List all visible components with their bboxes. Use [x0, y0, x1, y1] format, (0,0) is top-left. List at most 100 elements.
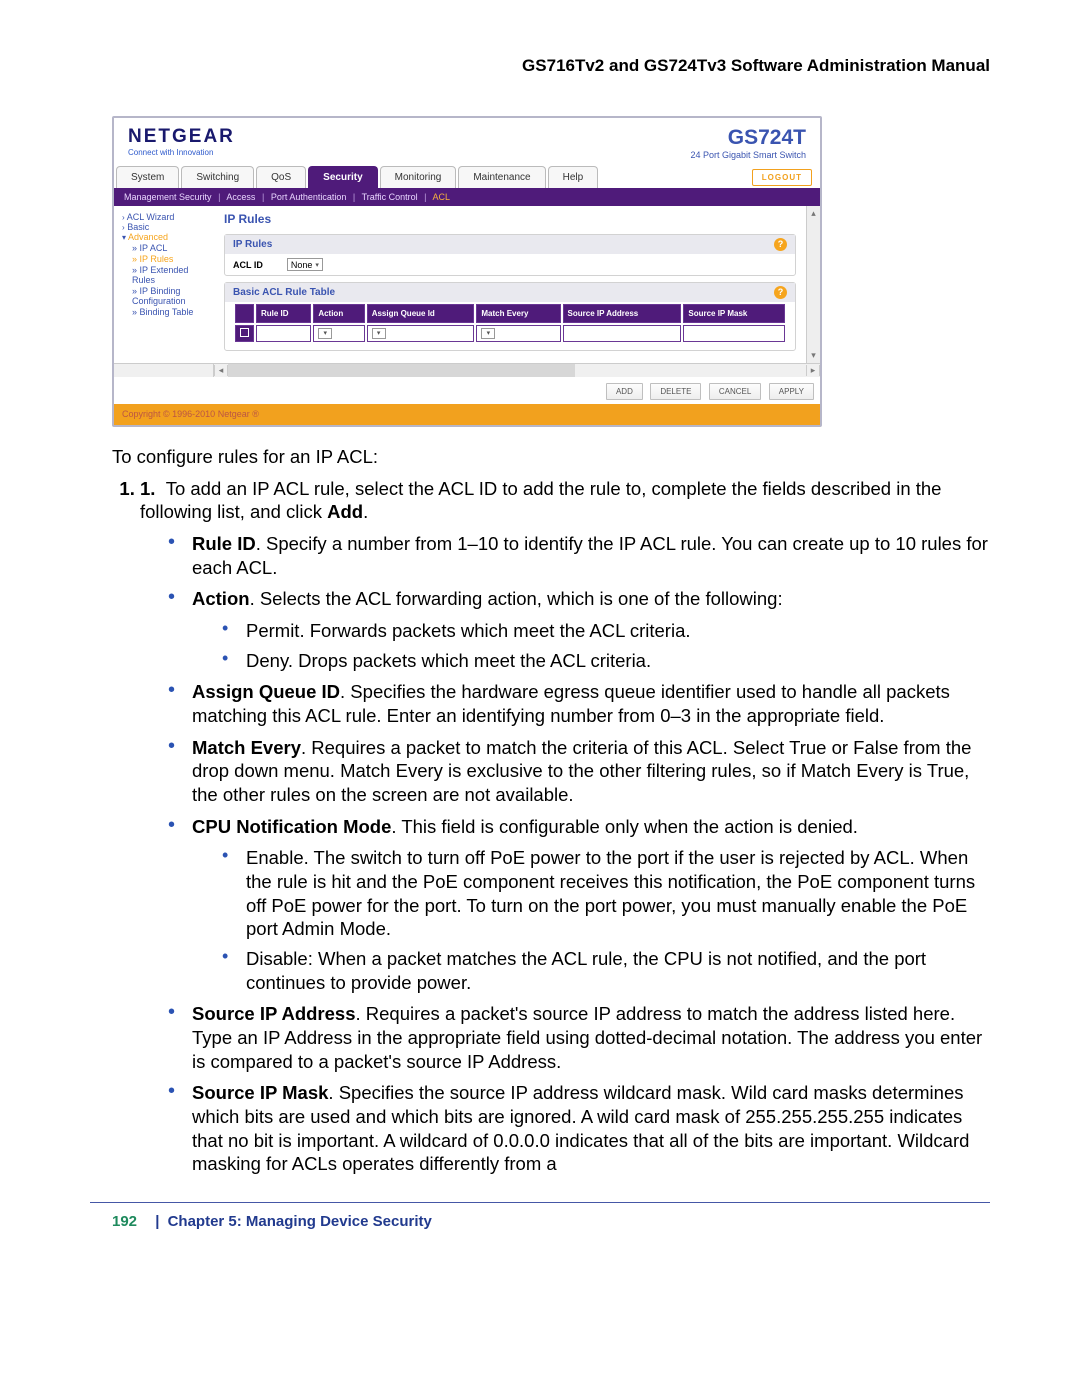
list-item: Deny. Drops packets which meet the ACL c…: [218, 649, 990, 673]
select-value: None: [291, 260, 313, 270]
screenshot-container: NETGEAR Connect with Innovation GS724T 2…: [112, 116, 822, 427]
col-source-mask: Source IP Mask: [683, 304, 785, 323]
sub-list: Permit. Forwards packets which meet the …: [218, 619, 990, 672]
col-match-every: Match Every: [476, 304, 560, 323]
col-action: Action: [313, 304, 364, 323]
brand-block: NETGEAR Connect with Innovation: [128, 126, 235, 157]
copyright-text: Copyright © 1996-2010 Netgear ®: [114, 404, 820, 425]
vertical-scrollbar[interactable]: ▴ ▾: [806, 206, 820, 363]
separator-icon: |: [155, 1213, 159, 1230]
footer-rule: [90, 1202, 990, 1203]
nav-subitem[interactable]: » Binding Table: [122, 307, 212, 317]
acl-id-label: ACL ID: [233, 260, 263, 270]
tab-security[interactable]: Security: [308, 166, 377, 188]
table-header-row: Rule ID Action Assign Queue Id Match Eve…: [235, 304, 785, 323]
tab-system[interactable]: System: [116, 166, 179, 188]
nav-subitem[interactable]: » IP Extended Rules: [122, 265, 212, 285]
ip-rules-box: IP Rules ? ACL ID None ▾: [224, 234, 796, 276]
add-button[interactable]: ADD: [606, 383, 643, 400]
col-source-ip: Source IP Address: [563, 304, 682, 323]
document-page: GS716Tv2 and GS724Tv3 Software Administr…: [0, 0, 1080, 1397]
box-header: Basic ACL Rule Table ?: [225, 283, 795, 302]
spacer: [114, 364, 214, 377]
product-sub: 24 Port Gigabit Smart Switch: [690, 150, 806, 160]
brand-tagline: Connect with Innovation: [128, 148, 235, 157]
chevron-down-icon: ▾: [315, 261, 319, 269]
chevron-down-icon: ▾: [122, 233, 126, 242]
sub-nav: Management Security | Access | Port Auth…: [114, 188, 820, 206]
chapter-title: Chapter 5: Managing Device Security: [168, 1213, 432, 1230]
input-match[interactable]: ▾: [476, 325, 560, 342]
separator-icon: |: [262, 192, 264, 202]
step-1: 1. To add an IP ACL rule, select the ACL…: [140, 477, 990, 1176]
nav-subitem[interactable]: » IP Binding Configuration: [122, 286, 212, 306]
check-header: [235, 304, 254, 323]
list-item: Disable: When a packet matches the ACL r…: [218, 947, 990, 994]
tab-monitoring[interactable]: Monitoring: [380, 166, 457, 188]
box-title: Basic ACL Rule Table: [233, 287, 335, 298]
nav-subitem[interactable]: » IP ACL: [122, 243, 212, 253]
horizontal-scrollbar[interactable]: ◂ ▸: [114, 363, 820, 377]
doc-title: GS716Tv2 and GS724Tv3 Software Administr…: [90, 56, 990, 76]
list-item: Match Every. Requires a packet to match …: [164, 736, 990, 807]
scroll-left-icon: ◂: [214, 365, 228, 376]
nav-item-advanced[interactable]: ▾ Advanced: [122, 232, 212, 242]
app-body: › ACL Wizard › Basic ▾ Advanced » IP ACL…: [114, 206, 820, 363]
rule-table-box: Basic ACL Rule Table ? Rule ID Action As…: [224, 282, 796, 351]
field-list: Rule ID. Specify a number from 1–10 to i…: [164, 532, 990, 1176]
body-text: To configure rules for an IP ACL: 1. To …: [114, 445, 990, 1176]
input-src-mask[interactable]: [683, 325, 785, 342]
scroll-down-icon: ▾: [807, 350, 820, 361]
apply-button[interactable]: APPLY: [769, 383, 814, 400]
scroll-up-icon: ▴: [807, 208, 820, 219]
input-queue[interactable]: ▾: [367, 325, 475, 342]
chevron-down-icon: ▾: [481, 328, 495, 339]
product-name: GS724T: [690, 126, 806, 150]
chevron-right-icon: ›: [122, 223, 125, 232]
help-icon[interactable]: ?: [774, 286, 787, 299]
tab-maintenance[interactable]: Maintenance: [458, 166, 545, 188]
input-action[interactable]: ▾: [313, 325, 364, 342]
page-title: IP Rules: [224, 212, 796, 226]
cancel-button[interactable]: CANCEL: [709, 383, 761, 400]
list-item: Action. Selects the ACL forwarding actio…: [164, 587, 990, 672]
nav-subitem-active[interactable]: » IP Rules: [122, 254, 212, 264]
tab-help[interactable]: Help: [548, 166, 599, 188]
subnav-item[interactable]: Access: [226, 192, 255, 202]
product-block: GS724T 24 Port Gigabit Smart Switch: [690, 126, 806, 160]
logout-button[interactable]: LOGOUT: [752, 169, 812, 186]
left-nav: › ACL Wizard › Basic ▾ Advanced » IP ACL…: [114, 206, 214, 363]
acl-rule-table: Rule ID Action Assign Queue Id Match Eve…: [233, 302, 787, 344]
tab-switching[interactable]: Switching: [181, 166, 254, 188]
subnav-item[interactable]: Port Authentication: [271, 192, 347, 202]
table-wrap: Rule ID Action Assign Queue Id Match Eve…: [225, 302, 795, 350]
subnav-item[interactable]: Traffic Control: [362, 192, 418, 202]
box-title: IP Rules: [233, 239, 272, 250]
input-src-ip[interactable]: [563, 325, 682, 342]
table-input-row: ▾ ▾ ▾: [235, 325, 785, 342]
app-header: NETGEAR Connect with Innovation GS724T 2…: [114, 118, 820, 162]
checkbox-cell[interactable]: [235, 325, 254, 342]
separator-icon: |: [353, 192, 355, 202]
subnav-item-active[interactable]: ACL: [432, 192, 450, 202]
scroll-thumb[interactable]: [228, 364, 575, 377]
col-queue-id: Assign Queue Id: [367, 304, 475, 323]
help-icon[interactable]: ?: [774, 238, 787, 251]
box-body: ACL ID None ▾: [225, 254, 795, 275]
col-rule-id: Rule ID: [256, 304, 311, 323]
list-item: Assign Queue ID. Specifies the hardware …: [164, 680, 990, 727]
delete-button[interactable]: DELETE: [650, 383, 701, 400]
nav-item[interactable]: › ACL Wizard: [122, 212, 212, 222]
subnav-item[interactable]: Management Security: [124, 192, 212, 202]
page-footer: 192 | Chapter 5: Managing Device Securit…: [112, 1213, 990, 1230]
tab-qos[interactable]: QoS: [256, 166, 306, 188]
acl-id-select[interactable]: None ▾: [287, 258, 323, 271]
separator-icon: |: [218, 192, 220, 202]
steps-list: 1. To add an IP ACL rule, select the ACL…: [140, 477, 990, 1176]
main-pane: IP Rules IP Rules ? ACL ID None ▾: [214, 206, 806, 363]
input-rule-id[interactable]: [256, 325, 311, 342]
nav-item[interactable]: › Basic: [122, 222, 212, 232]
list-item: Source IP Mask. Specifies the source IP …: [164, 1081, 990, 1176]
scroll-right-icon: ▸: [806, 365, 820, 376]
chevron-right-icon: ›: [122, 213, 125, 222]
